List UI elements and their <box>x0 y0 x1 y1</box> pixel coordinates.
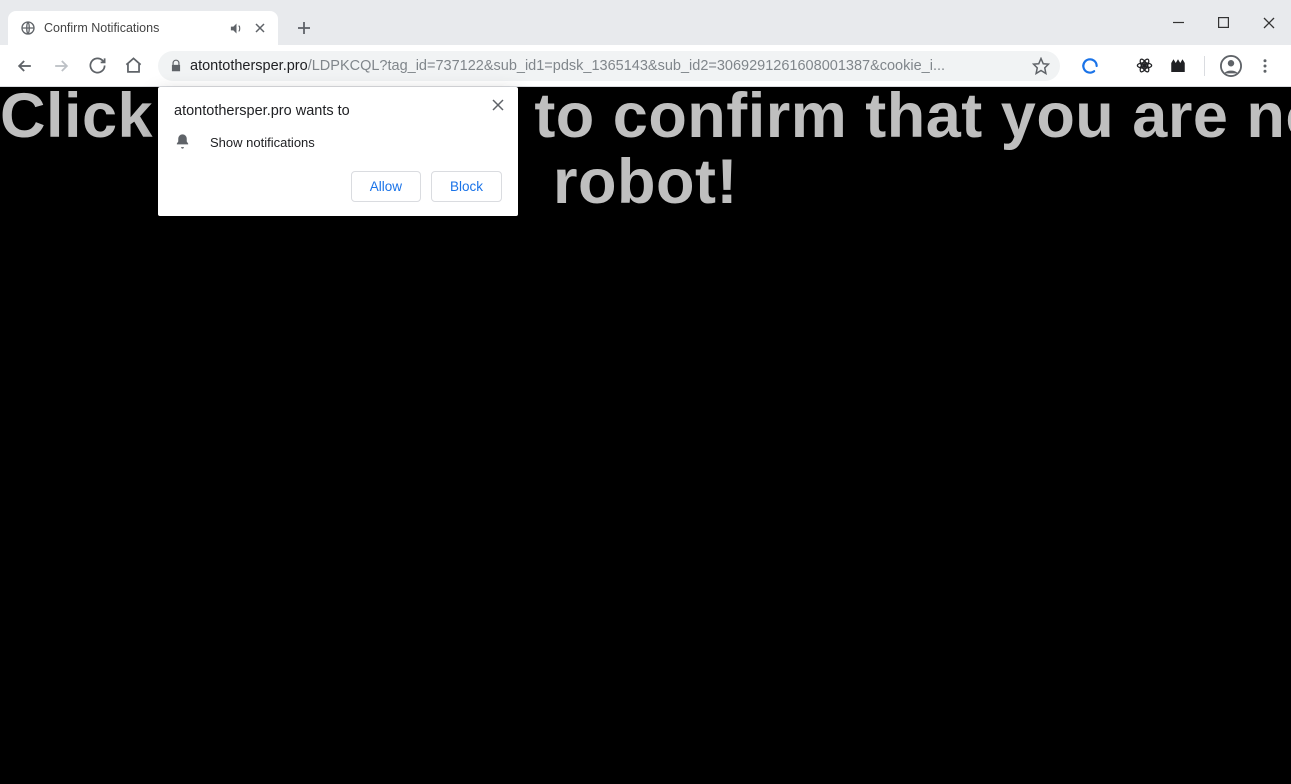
titlebar <box>0 0 1291 8</box>
window-maximize-button[interactable] <box>1201 6 1246 40</box>
toolbar: atontothersper.pro/LDPKCQL?tag_id=737122… <box>0 45 1291 87</box>
lock-icon[interactable] <box>168 58 184 74</box>
extension-atom-icon[interactable] <box>1130 52 1158 80</box>
url-path: /LDPKCQL?tag_id=737122&sub_id1=pdsk_1365… <box>308 58 945 74</box>
bookmark-star-icon[interactable] <box>1028 53 1054 79</box>
tab-strip: Confirm Notifications <box>0 8 1291 45</box>
forward-button[interactable] <box>44 49 78 83</box>
home-button[interactable] <box>116 49 150 83</box>
address-bar[interactable]: atontothersper.pro/LDPKCQL?tag_id=737122… <box>158 51 1060 81</box>
popup-title: atontothersper.pro wants to <box>174 103 502 119</box>
window-controls <box>1156 0 1291 45</box>
popup-body-text: Show notifications <box>210 135 315 150</box>
extensions-area <box>1068 52 1283 80</box>
window-close-button[interactable] <box>1246 6 1291 40</box>
window-minimize-button[interactable] <box>1156 6 1201 40</box>
block-button[interactable]: Block <box>431 171 502 202</box>
notification-permission-popup: atontothersper.pro wants to Show notific… <box>158 87 518 216</box>
allow-button[interactable]: Allow <box>351 171 421 202</box>
bell-icon <box>174 133 192 151</box>
tab-mute-icon[interactable] <box>228 20 244 36</box>
tab-close-icon[interactable] <box>252 20 268 36</box>
profile-avatar-icon[interactable] <box>1217 52 1245 80</box>
toolbar-divider <box>1204 56 1205 76</box>
tab-title: Confirm Notifications <box>44 21 228 35</box>
browser-tab[interactable]: Confirm Notifications <box>8 11 278 45</box>
globe-icon <box>20 20 36 36</box>
back-button[interactable] <box>8 49 42 83</box>
url-host: atontothersper.pro <box>190 58 308 74</box>
reload-button[interactable] <box>80 49 114 83</box>
url-text: atontothersper.pro/LDPKCQL?tag_id=737122… <box>190 58 1022 74</box>
popup-close-button[interactable] <box>488 95 508 115</box>
menu-dots-icon[interactable] <box>1251 52 1279 80</box>
extension-refresh-icon[interactable] <box>1076 52 1104 80</box>
extension-clapper-icon[interactable] <box>1164 52 1192 80</box>
new-tab-button[interactable] <box>290 14 318 42</box>
